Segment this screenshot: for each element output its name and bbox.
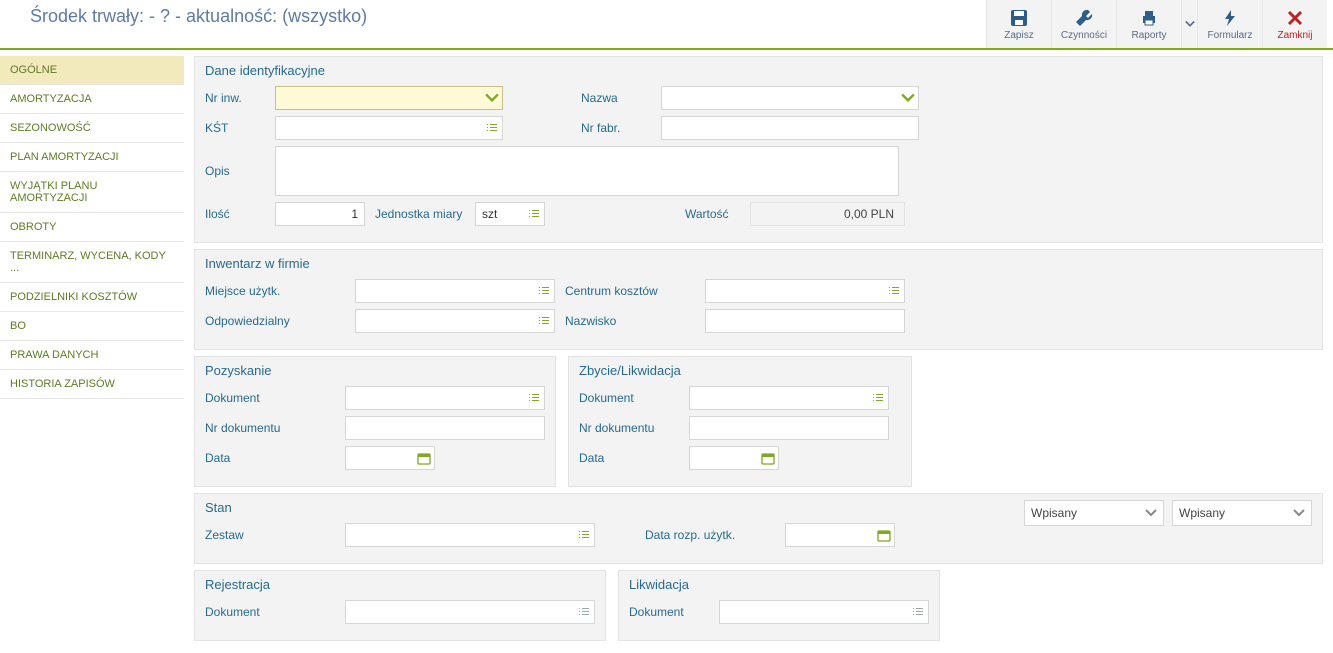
reports-button[interactable]: Raporty bbox=[1116, 0, 1181, 48]
nazwisko-input[interactable] bbox=[705, 309, 905, 333]
save-icon bbox=[1009, 8, 1029, 28]
label-jm: Jednostka miary bbox=[375, 207, 465, 221]
data-rozp-input[interactable] bbox=[785, 523, 895, 547]
label-miejsce: Miejsce użytk. bbox=[205, 284, 345, 298]
jm-input[interactable] bbox=[475, 202, 545, 226]
stan-status-selects: Wpisany Wpisany bbox=[1024, 500, 1312, 526]
odp-input[interactable] bbox=[355, 309, 555, 333]
label-zby-dok: Dokument bbox=[579, 391, 679, 405]
zby-dok-input[interactable] bbox=[689, 386, 889, 410]
label-nr-fabr: Nr fabr. bbox=[581, 121, 651, 135]
panel-title-rejestracja: Rejestracja bbox=[205, 577, 595, 592]
poz-data-input[interactable] bbox=[345, 446, 435, 470]
panel-inwentarz: Inwentarz w firmie Miejsce użytk. Centru… bbox=[194, 249, 1323, 350]
kst-input[interactable] bbox=[275, 116, 503, 140]
panel-title-stan: Stan bbox=[205, 500, 1004, 515]
close-button[interactable]: Zamknij bbox=[1262, 0, 1327, 48]
label-wartosc: Wartość bbox=[685, 207, 740, 221]
label-zby-nrdok: Nr dokumentu bbox=[579, 421, 679, 435]
panel-zbycie: Zbycie/Likwidacja Dokument Nr dokumentu … bbox=[568, 356, 912, 487]
panel-title-ident: Dane identyfikacyjne bbox=[205, 63, 1312, 78]
nazwa-input[interactable] bbox=[661, 86, 919, 110]
panel-rejestracja: Rejestracja Dokument bbox=[194, 570, 606, 641]
form-button-label: Formularz bbox=[1207, 30, 1252, 41]
label-kst: KŚT bbox=[205, 121, 265, 135]
sidebar: OGÓLNE AMORTYZACJA SEZONOWOŚĆ PLAN AMORT… bbox=[0, 50, 184, 653]
panel-title-zbycie: Zbycie/Likwidacja bbox=[579, 363, 901, 378]
wartosc-readonly: 0,00 PLN bbox=[750, 202, 905, 226]
nr-fabr-input[interactable] bbox=[661, 116, 919, 140]
label-poz-data: Data bbox=[205, 451, 335, 465]
label-nazwa: Nazwa bbox=[581, 91, 651, 105]
miejsce-input[interactable] bbox=[355, 279, 555, 303]
actions-button[interactable]: Czynności bbox=[1051, 0, 1116, 48]
sidebar-item-ogolne[interactable]: OGÓLNE bbox=[0, 56, 184, 85]
sidebar-item-podzielniki[interactable]: PODZIELNIKI KOSZTÓW bbox=[0, 283, 184, 312]
reports-button-label: Raporty bbox=[1131, 30, 1166, 41]
panel-pozyskanie: Pozyskanie Dokument Nr dokumentu Data bbox=[194, 356, 556, 487]
rej-dok-input[interactable] bbox=[345, 600, 595, 624]
stan-select-2-value: Wpisany bbox=[1179, 506, 1225, 520]
save-button[interactable]: Zapisz bbox=[986, 0, 1051, 48]
sidebar-item-bo[interactable]: BO bbox=[0, 312, 184, 341]
zestaw-input[interactable] bbox=[345, 523, 595, 547]
close-button-label: Zamknij bbox=[1277, 30, 1312, 41]
poz-nrdok-input[interactable] bbox=[345, 416, 545, 440]
sidebar-item-historia[interactable]: HISTORIA ZAPISÓW bbox=[0, 370, 184, 399]
label-rej-dok: Dokument bbox=[205, 605, 335, 619]
sidebar-item-amortyzacja[interactable]: AMORTYZACJA bbox=[0, 85, 184, 114]
sidebar-item-obroty[interactable]: OBROTY bbox=[0, 213, 184, 242]
label-poz-nrdok: Nr dokumentu bbox=[205, 421, 335, 435]
wrench-icon bbox=[1074, 8, 1094, 28]
form-button[interactable]: Formularz bbox=[1197, 0, 1262, 48]
label-zby-data: Data bbox=[579, 451, 679, 465]
stan-select-1-value: Wpisany bbox=[1031, 506, 1077, 520]
stan-select-2[interactable]: Wpisany bbox=[1172, 500, 1312, 526]
poz-dok-input[interactable] bbox=[345, 386, 545, 410]
toolbar-separator[interactable] bbox=[1181, 0, 1197, 48]
label-nazwisko: Nazwisko bbox=[565, 314, 695, 328]
label-nr-inw: Nr inw. bbox=[205, 91, 265, 105]
actions-button-label: Czynności bbox=[1061, 30, 1107, 41]
label-odp: Odpowiedzialny bbox=[205, 314, 345, 328]
chevron-down-icon bbox=[1145, 507, 1157, 519]
sidebar-item-terminarz[interactable]: TERMINARZ, WYCENA, KODY ... bbox=[0, 242, 184, 283]
sidebar-item-plan-amortyzacji[interactable]: PLAN AMORTYZACJI bbox=[0, 143, 184, 172]
zby-data-input[interactable] bbox=[689, 446, 779, 470]
printer-icon bbox=[1139, 8, 1159, 28]
close-icon bbox=[1285, 8, 1305, 28]
zby-nrdok-input[interactable] bbox=[689, 416, 889, 440]
label-data-rozp: Data rozp. użytk. bbox=[645, 528, 775, 542]
sidebar-item-prawa-danych[interactable]: PRAWA DANYCH bbox=[0, 341, 184, 370]
sidebar-item-sezonowosc[interactable]: SEZONOWOŚĆ bbox=[0, 114, 184, 143]
label-poz-dok: Dokument bbox=[205, 391, 335, 405]
label-centrum: Centrum kosztów bbox=[565, 284, 695, 298]
page-title: Środek trwały: - ? - aktualność: (wszyst… bbox=[30, 0, 986, 27]
label-zestaw: Zestaw bbox=[205, 528, 335, 542]
stan-select-1[interactable]: Wpisany bbox=[1024, 500, 1164, 526]
nr-inw-input[interactable] bbox=[275, 86, 503, 110]
label-opis: Opis bbox=[205, 164, 265, 178]
bolt-icon bbox=[1220, 8, 1240, 28]
panel-title-pozyskanie: Pozyskanie bbox=[205, 363, 545, 378]
sidebar-item-wyjatki[interactable]: WYJĄTKI PLANU AMORTYZACJI bbox=[0, 172, 184, 213]
panel-title-inwentarz: Inwentarz w firmie bbox=[205, 256, 1312, 271]
panel-title-likwidacja: Likwidacja bbox=[629, 577, 929, 592]
save-button-label: Zapisz bbox=[1004, 30, 1033, 41]
toolbar: Zapisz Czynności Raporty Formularz Zamkn… bbox=[986, 0, 1333, 48]
centrum-input[interactable] bbox=[705, 279, 905, 303]
panel-dane-identyfikacyjne: Dane identyfikacyjne Nr inw. Nazwa KŚT N… bbox=[194, 56, 1323, 243]
lik-dok-input[interactable] bbox=[719, 600, 929, 624]
label-ilosc: Ilość bbox=[205, 207, 265, 221]
panel-stan: Stan Zestaw Data rozp. użytk. Wpisany Wp… bbox=[194, 493, 1323, 564]
panel-likwidacja: Likwidacja Dokument bbox=[618, 570, 940, 641]
label-lik-dok: Dokument bbox=[629, 605, 709, 619]
chevron-down-icon bbox=[1293, 507, 1305, 519]
ilosc-input[interactable] bbox=[275, 202, 365, 226]
opis-input[interactable] bbox=[275, 146, 899, 196]
chevron-down-icon bbox=[1185, 19, 1195, 29]
